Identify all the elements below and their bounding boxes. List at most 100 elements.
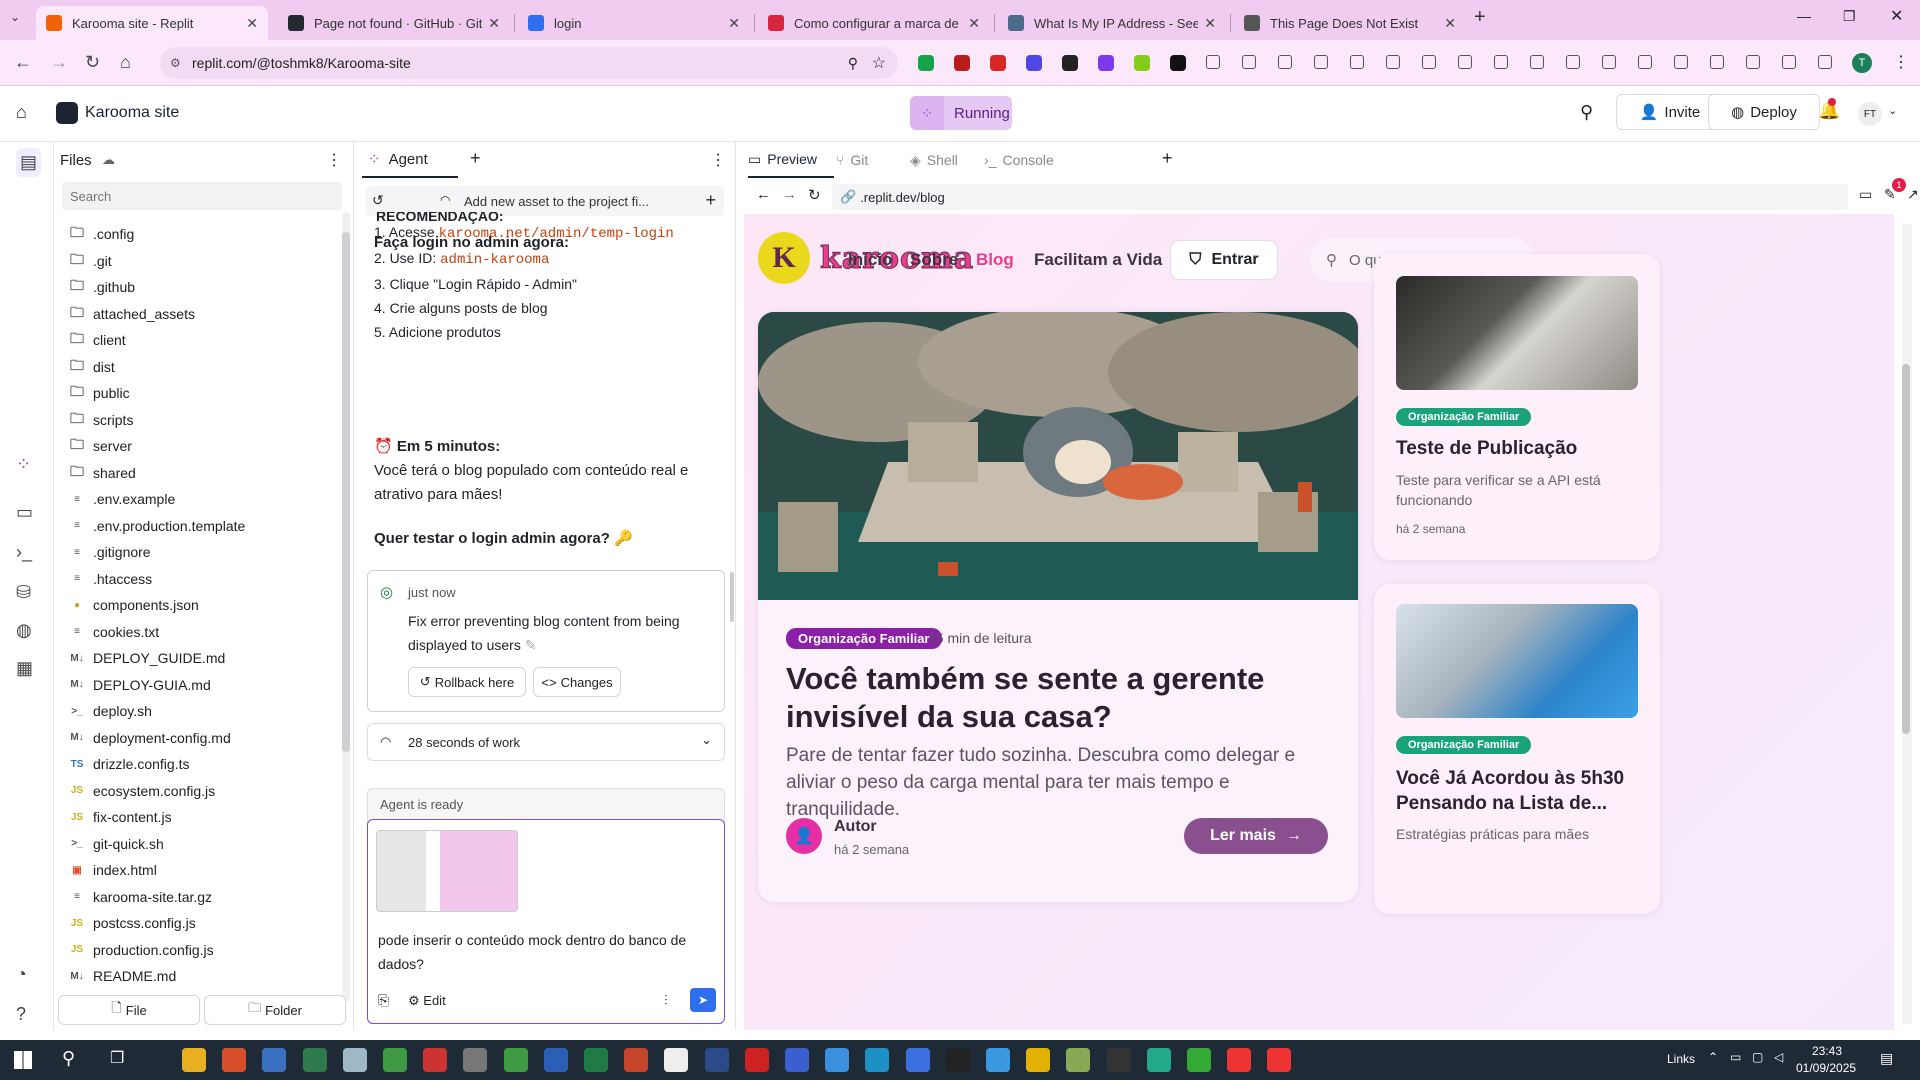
taskbar-search-icon[interactable]: ⚲	[62, 1048, 75, 1069]
app-icon[interactable]	[1066, 1048, 1091, 1072]
file-tree-item[interactable]: JS production.config.js	[69, 938, 214, 962]
agent-input-area[interactable]: pode inserir o conteúdo mock dentro do b…	[367, 819, 725, 1024]
file-tree-item[interactable]: 🗀 server	[69, 434, 132, 458]
app-icon[interactable]	[865, 1048, 890, 1072]
file-tree-item[interactable]: 🗀 .git	[69, 249, 112, 273]
calculator-icon[interactable]	[302, 1048, 327, 1072]
extension-icon[interactable]	[1710, 55, 1724, 69]
side-post-title[interactable]: Você Já Acordou às 5h30 Pensando na List…	[1396, 766, 1646, 816]
send-button[interactable]: ➤	[690, 988, 716, 1012]
site-nav-link[interactable]: Início	[848, 250, 892, 270]
zoom-icon[interactable]: ⚲	[848, 55, 858, 72]
featured-post-title[interactable]: Você também se sente a gerente invisível…	[786, 660, 1326, 736]
home-icon[interactable]: ⌂	[16, 102, 27, 123]
excel-icon[interactable]	[584, 1048, 608, 1072]
extension-icon[interactable]	[954, 55, 970, 71]
app-icon[interactable]	[744, 1048, 769, 1072]
file-tree-item[interactable]: JS postcss.config.js	[69, 911, 196, 935]
file-tree-scrollbar[interactable]	[342, 212, 350, 1002]
featured-post-image[interactable]	[758, 312, 1358, 600]
history-icon[interactable]: ↺	[372, 192, 384, 209]
new-chat-icon[interactable]: +	[705, 190, 716, 211]
task-view-icon[interactable]: ❐	[110, 1048, 124, 1068]
close-tab-icon[interactable]: ✕	[246, 15, 258, 32]
extension-icon[interactable]	[1746, 55, 1760, 69]
agent-icon[interactable]: ⁘	[16, 454, 31, 475]
extension-icon[interactable]	[1242, 55, 1256, 69]
scrollbar-thumb[interactable]	[342, 232, 350, 752]
file-tree-item[interactable]: ≡ .htaccess	[69, 567, 152, 591]
side-post-category[interactable]: Organização Familiar	[1396, 736, 1532, 754]
file-tree-item[interactable]: ≡ cookies.txt	[69, 620, 159, 644]
extension-icon[interactable]	[1170, 55, 1186, 71]
file-tree-item[interactable]: 🗀 dist	[69, 355, 115, 379]
run-status-button[interactable]: ⁘ Running	[910, 96, 1012, 130]
edit-mode-button[interactable]: ⚙ Edit	[408, 993, 446, 1009]
side-post-card[interactable]: Organização Familiar Teste de Publicação…	[1374, 254, 1660, 560]
login-button[interactable]: ⛉ Entrar	[1170, 240, 1278, 280]
close-tab-icon[interactable]: ✕	[1444, 15, 1456, 32]
webview-icon[interactable]: ▭	[16, 502, 33, 523]
extension-icon[interactable]	[1134, 55, 1150, 71]
tab-search-icon[interactable]: ⌄	[10, 10, 20, 24]
extension-icon[interactable]	[1062, 55, 1078, 71]
file-tree-item[interactable]: >_ deploy.sh	[69, 699, 152, 723]
extension-icon[interactable]	[918, 55, 934, 71]
deploy-button[interactable]: ◍ Deploy	[1708, 94, 1820, 130]
file-tree-item[interactable]: 🗀 public	[69, 381, 130, 405]
file-tree-item[interactable]: ≡ .env.production.template	[69, 514, 245, 538]
link-icon[interactable]	[1674, 55, 1688, 69]
step-code[interactable]: admin-karooma	[440, 252, 549, 268]
read-more-button[interactable]: Ler mais →	[1184, 818, 1328, 854]
chrome-icon[interactable]	[1026, 1048, 1051, 1072]
file-tree-item[interactable]: 🗀 client	[69, 328, 126, 352]
tab-preview[interactable]: ▭ Preview	[748, 142, 834, 178]
code-icon[interactable]	[1782, 55, 1796, 69]
bookmark-star-icon[interactable]: ☆	[872, 53, 886, 73]
browser-menu-icon[interactable]: ⋮	[1893, 52, 1909, 72]
user-avatar[interactable]: FT	[1858, 102, 1882, 126]
new-tab-icon[interactable]: +	[470, 148, 481, 169]
chrome-icon[interactable]	[1227, 1048, 1252, 1072]
help-icon[interactable]: ?	[16, 1004, 26, 1025]
extension-icon[interactable]	[1278, 55, 1292, 69]
app-icon[interactable]	[785, 1048, 809, 1072]
browser-tab[interactable]: This Page Does Not Exist ✕	[1234, 6, 1466, 40]
shell-icon[interactable]: ›_	[16, 542, 32, 563]
clock-date[interactable]: 01/09/2025	[1796, 1061, 1856, 1075]
new-file-button[interactable]: 🗋 File	[58, 995, 200, 1025]
app-icon[interactable]	[986, 1048, 1010, 1072]
files-menu-icon[interactable]: ⋮	[326, 150, 342, 170]
new-folder-button[interactable]: 🗀 Folder	[204, 995, 346, 1025]
translate-icon[interactable]	[1566, 55, 1580, 69]
app-icon[interactable]	[342, 1048, 367, 1072]
preview-back-icon[interactable]: ←	[756, 186, 771, 203]
tab-git[interactable]: ⑂ Git	[836, 142, 908, 178]
new-tab-button[interactable]: +	[1474, 6, 1486, 29]
featured-post-card[interactable]: Organização Familiar 15 min de leitura V…	[758, 312, 1358, 902]
preview-reload-icon[interactable]: ↻	[808, 186, 821, 204]
file-tree-icon[interactable]: ▤	[16, 148, 42, 177]
profile-avatar[interactable]: T	[1852, 53, 1872, 73]
extension-icon[interactable]	[1386, 55, 1400, 69]
app-icon[interactable]	[383, 1048, 407, 1072]
file-tree-item[interactable]: 🗀 scripts	[69, 408, 133, 432]
featured-category-badge[interactable]: Organização Familiar	[786, 628, 942, 649]
file-explorer-icon[interactable]	[182, 1048, 206, 1072]
side-post-card[interactable]: Organização Familiar Você Já Acordou às …	[1374, 584, 1660, 914]
close-tab-icon[interactable]: ✕	[728, 15, 740, 32]
browser-tab[interactable]: Como configurar a marca de lin ✕	[758, 6, 990, 40]
file-tree-item[interactable]: M↓ DEPLOY-GUIA.md	[69, 673, 210, 697]
links-toolbar-label[interactable]: Links	[1667, 1052, 1695, 1066]
close-tab-icon[interactable]: ✕	[1204, 15, 1216, 32]
agent-scrollbar[interactable]	[730, 572, 734, 622]
side-post-category[interactable]: Organização Familiar	[1396, 408, 1532, 426]
files-search-input[interactable]	[62, 182, 342, 210]
close-window-button[interactable]: ✕	[1890, 6, 1903, 26]
home-icon[interactable]: ⌂	[120, 52, 131, 73]
agent-input-text[interactable]: pode inserir o conteúdo mock dentro do b…	[378, 928, 708, 976]
app-icon[interactable]	[463, 1048, 488, 1072]
bookmarks-icon[interactable]	[1818, 55, 1832, 69]
address-bar[interactable]: ⚙ replit.com/@toshmk8/Karooma-site ⚲ ☆	[160, 47, 898, 79]
extensions-puzzle-icon[interactable]	[1206, 55, 1220, 69]
